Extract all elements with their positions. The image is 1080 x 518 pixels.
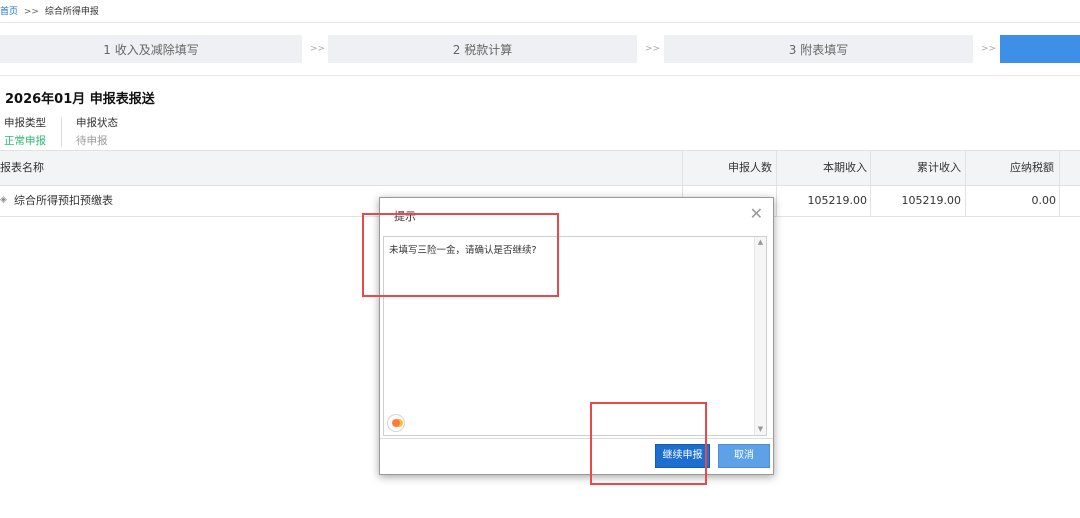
scrollbar[interactable]: ▲ ▼ [754, 237, 766, 435]
dialog-message: 未填写三险一金，请确认是否继续? [389, 245, 537, 256]
cancel-button[interactable]: 取消 [718, 444, 770, 468]
dialog-title: 提示 [394, 210, 416, 223]
prompt-dialog: 提示 ✕ 未填写三险一金，请确认是否继续? ▲ ▼ 继续申报 取消 [379, 197, 774, 475]
assistant-icon[interactable] [387, 414, 405, 432]
divider [380, 438, 773, 439]
close-icon[interactable]: ✕ [750, 204, 763, 223]
continue-declare-button[interactable]: 继续申报 [655, 444, 710, 468]
chevron-up-icon[interactable]: ▲ [755, 237, 766, 248]
dialog-message-area[interactable]: 未填写三险一金，请确认是否继续? ▲ ▼ [383, 236, 767, 436]
chevron-down-icon[interactable]: ▼ [755, 424, 766, 435]
